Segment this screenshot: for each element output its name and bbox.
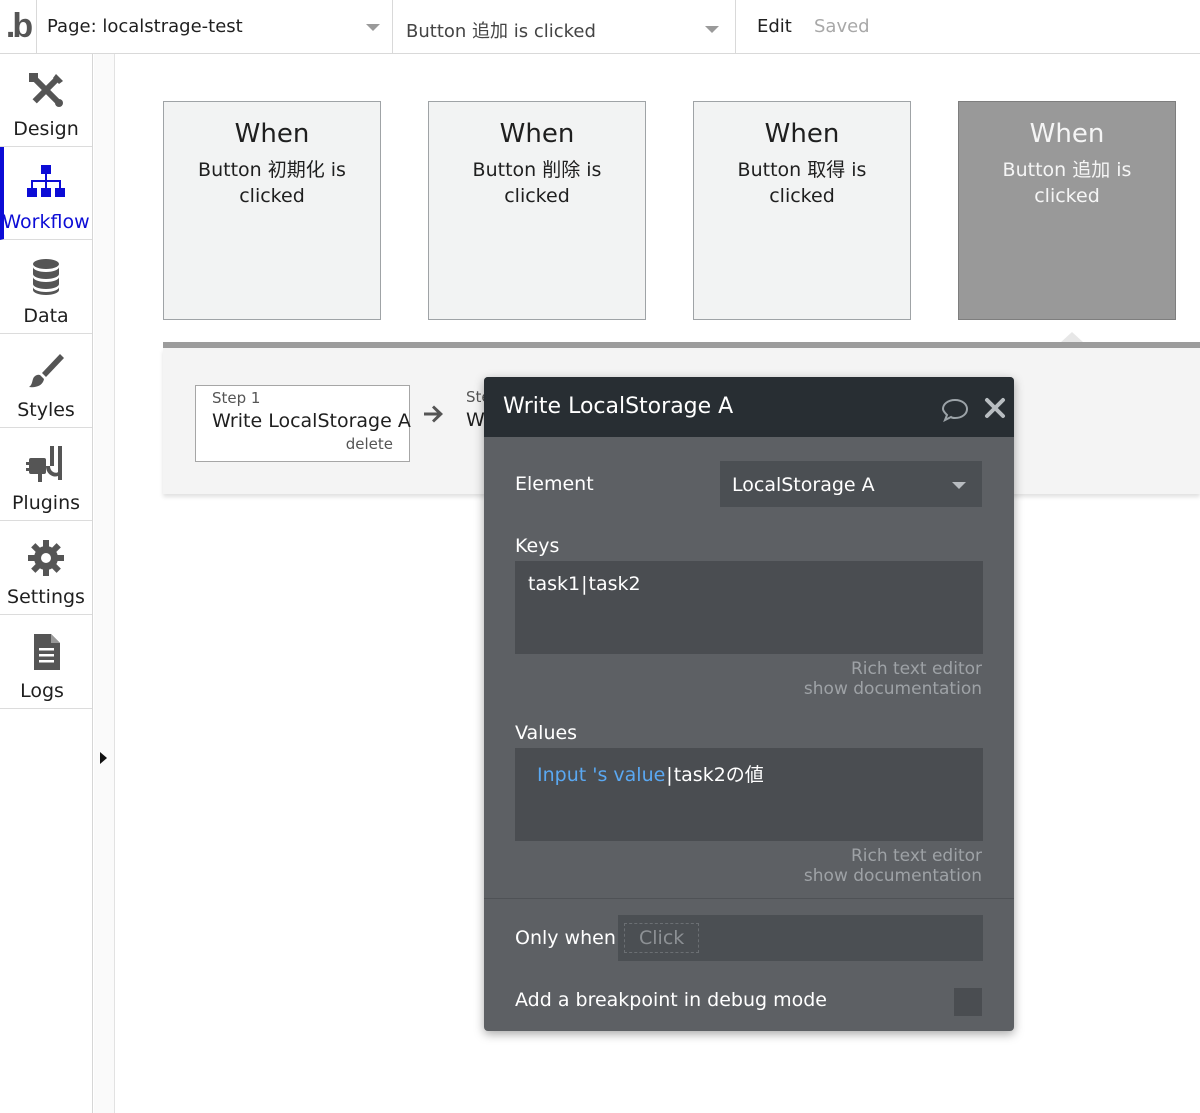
sidebar-item-design[interactable]: Design bbox=[0, 54, 92, 147]
event-when-label: When bbox=[499, 119, 575, 149]
edit-menu[interactable]: Edit bbox=[757, 16, 792, 37]
page-selector[interactable]: Page: localstrage-test bbox=[36, 0, 392, 54]
event-description: Button 取得 is clicked bbox=[737, 159, 867, 207]
event-description: Button 削除 is clicked bbox=[472, 159, 602, 207]
event-card[interactable]: When Button 取得 is clicked bbox=[693, 101, 911, 320]
values-label: Values bbox=[515, 722, 578, 744]
document-icon bbox=[34, 634, 60, 670]
event-card[interactable]: When Button 削除 is clicked bbox=[428, 101, 646, 320]
breakpoint-label: Add a breakpoint in debug mode bbox=[515, 989, 827, 1011]
static-value: task2の値 bbox=[673, 764, 764, 786]
key-separator: | bbox=[581, 573, 588, 595]
event-selector[interactable]: Button 追加 is clicked bbox=[393, 0, 735, 54]
sidebar-item-workflow[interactable]: Workflow bbox=[0, 147, 92, 240]
rich-text-editor-link[interactable]: Rich text editor show documentation bbox=[804, 659, 982, 699]
rich-text-editor-label: Rich text editor bbox=[850, 659, 982, 679]
sidebar-item-label: Data bbox=[23, 305, 69, 327]
show-documentation-label[interactable]: show documentation bbox=[804, 866, 982, 886]
step-card[interactable]: Step 1 Write LocalStorage A delete bbox=[195, 385, 411, 462]
key-token: task2 bbox=[588, 573, 641, 595]
only-when-label: Only when bbox=[515, 927, 616, 949]
event-when-label: When bbox=[1029, 119, 1105, 149]
step-number: Step 1 bbox=[212, 389, 261, 407]
sidebar-item-plugins[interactable]: Plugins bbox=[0, 428, 92, 521]
keys-label: Keys bbox=[515, 535, 560, 557]
close-icon[interactable] bbox=[983, 396, 1007, 420]
brush-icon bbox=[29, 354, 64, 388]
keys-input[interactable]: task1|task2 bbox=[515, 561, 983, 654]
event-selector-label: Button 追加 is clicked bbox=[406, 21, 596, 42]
sidebar-item-label: Settings bbox=[7, 586, 85, 608]
sidebar-item-styles[interactable]: Styles bbox=[0, 335, 92, 428]
sidebar-item-label: Plugins bbox=[11, 492, 81, 514]
save-status: Saved bbox=[814, 16, 870, 37]
event-when-label: When bbox=[234, 119, 310, 149]
rich-text-editor-label: Rich text editor bbox=[850, 846, 982, 866]
event-when-label: When bbox=[764, 119, 840, 149]
key-token: task1 bbox=[528, 573, 581, 595]
comment-icon[interactable] bbox=[940, 397, 970, 423]
click-placeholder[interactable]: Click bbox=[624, 923, 700, 953]
event-description: Button 初期化 is clicked bbox=[198, 159, 346, 207]
expand-arrow-icon[interactable] bbox=[100, 752, 107, 764]
delete-step-link[interactable]: delete bbox=[346, 435, 393, 453]
element-label: Element bbox=[515, 473, 594, 495]
step-name: Write LocalStorage A bbox=[212, 410, 411, 432]
chevron-down-icon bbox=[366, 24, 380, 31]
popup-title: Write LocalStorage A bbox=[503, 394, 734, 419]
sidebar-item-logs[interactable]: Logs bbox=[0, 616, 92, 709]
sidebar-item-settings[interactable]: Settings bbox=[0, 522, 92, 615]
value-separator: | bbox=[666, 764, 673, 786]
page-selector-label: Page: localstrage-test bbox=[47, 16, 243, 37]
dynamic-expression[interactable]: Input 's value bbox=[537, 764, 665, 786]
rich-text-editor-link[interactable]: Rich text editor show documentation bbox=[804, 846, 982, 886]
sidebar-item-label: Design bbox=[13, 118, 79, 140]
sidebar-item-data[interactable]: Data bbox=[0, 241, 92, 334]
show-documentation-label[interactable]: show documentation bbox=[804, 679, 982, 699]
event-description: Button 追加 is clicked bbox=[1002, 159, 1132, 207]
sidebar-item-label: Workflow bbox=[2, 211, 90, 233]
event-card-selected[interactable]: When Button 追加 is clicked bbox=[958, 101, 1176, 320]
element-dropdown[interactable]: LocalStorage A bbox=[720, 461, 982, 507]
top-bar: .b Page: localstrage-test Button 追加 is c… bbox=[0, 0, 1200, 54]
workflow-icon bbox=[27, 165, 65, 197]
bubble-logo[interactable]: .b bbox=[0, 6, 36, 46]
design-tools-icon bbox=[29, 73, 63, 107]
arrow-right-icon bbox=[424, 405, 443, 423]
action-editor-popup: Write LocalStorage A Element LocalStorag… bbox=[484, 377, 1014, 1031]
breakpoint-checkbox[interactable] bbox=[954, 988, 982, 1016]
gear-icon bbox=[28, 540, 64, 576]
divider bbox=[484, 898, 1014, 899]
chevron-down-icon bbox=[952, 482, 966, 489]
values-input[interactable]: Input 's value|task2の値 bbox=[515, 748, 983, 841]
chevron-down-icon bbox=[705, 26, 719, 33]
event-card[interactable]: When Button 初期化 is clicked bbox=[163, 101, 381, 320]
sidebar-item-label: Styles bbox=[17, 399, 75, 421]
plug-icon bbox=[26, 446, 62, 482]
popup-header: Write LocalStorage A bbox=[484, 377, 1014, 437]
sidebar-item-label: Logs bbox=[20, 680, 64, 702]
left-sidebar: Design Workflow Data Styles Plugins Sett… bbox=[0, 54, 93, 1113]
only-when-condition-input[interactable]: Click bbox=[618, 915, 983, 961]
divider bbox=[735, 0, 736, 54]
collapse-gutter[interactable] bbox=[94, 54, 115, 1113]
element-dropdown-value: LocalStorage A bbox=[732, 474, 875, 496]
database-icon bbox=[33, 259, 59, 295]
